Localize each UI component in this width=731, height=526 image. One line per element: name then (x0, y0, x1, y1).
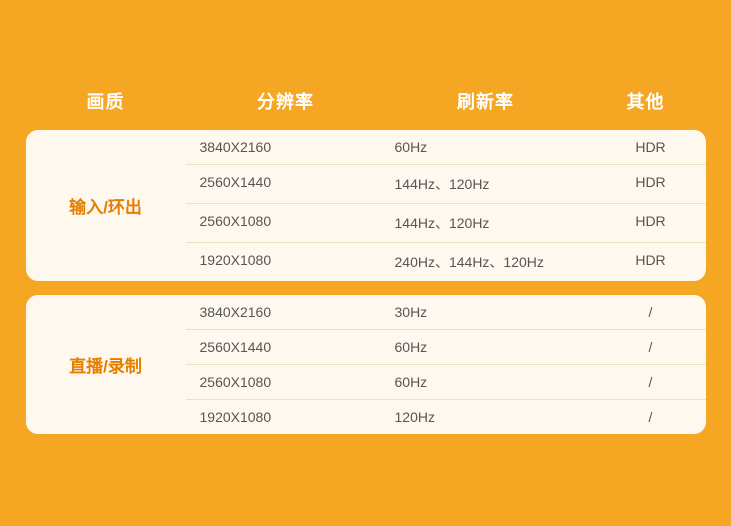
refresh-0-0: 60Hz (391, 130, 596, 164)
refresh-0-3: 240Hz、144Hz、120Hz (391, 242, 596, 281)
refresh-1-3: 120Hz (391, 399, 596, 434)
other-0-3: HDR (596, 242, 706, 281)
category-input: 输入/环出 (26, 130, 186, 281)
res-0-3: 1920X1080 (186, 242, 391, 281)
category-live: 直播/录制 (26, 295, 186, 434)
res-1-1: 2560X1440 (186, 329, 391, 364)
refresh-1-1: 60Hz (391, 329, 596, 364)
res-0-2: 2560X1080 (186, 203, 391, 242)
other-1-3: / (596, 399, 706, 434)
other-1-2: / (596, 364, 706, 399)
header-resolution: 分辨率 (186, 88, 386, 114)
section-input: 输入/环出 3840X2160 60Hz HDR 2560X1440 144Hz… (26, 130, 706, 281)
other-0-1: HDR (596, 164, 706, 203)
section-live: 直播/录制 3840X2160 30Hz / 2560X1440 60Hz / … (26, 295, 706, 434)
other-0-2: HDR (596, 203, 706, 242)
refresh-0-2: 144Hz、120Hz (391, 203, 596, 242)
res-1-0: 3840X2160 (186, 295, 391, 329)
main-container: 画质 分辨率 刷新率 其他 输入/环出 3840X2160 60Hz HDR 2… (26, 78, 706, 448)
header-refresh: 刷新率 (386, 88, 586, 114)
header-other: 其他 (586, 88, 706, 114)
refresh-0-1: 144Hz、120Hz (391, 164, 596, 203)
table-header: 画质 分辨率 刷新率 其他 (26, 78, 706, 130)
res-1-3: 1920X1080 (186, 399, 391, 434)
res-1-2: 2560X1080 (186, 364, 391, 399)
refresh-1-2: 60Hz (391, 364, 596, 399)
other-1-0: / (596, 295, 706, 329)
other-1-1: / (596, 329, 706, 364)
res-0-1: 2560X1440 (186, 164, 391, 203)
header-quality: 画质 (26, 88, 186, 114)
other-0-0: HDR (596, 130, 706, 164)
res-0-0: 3840X2160 (186, 130, 391, 164)
refresh-1-0: 30Hz (391, 295, 596, 329)
